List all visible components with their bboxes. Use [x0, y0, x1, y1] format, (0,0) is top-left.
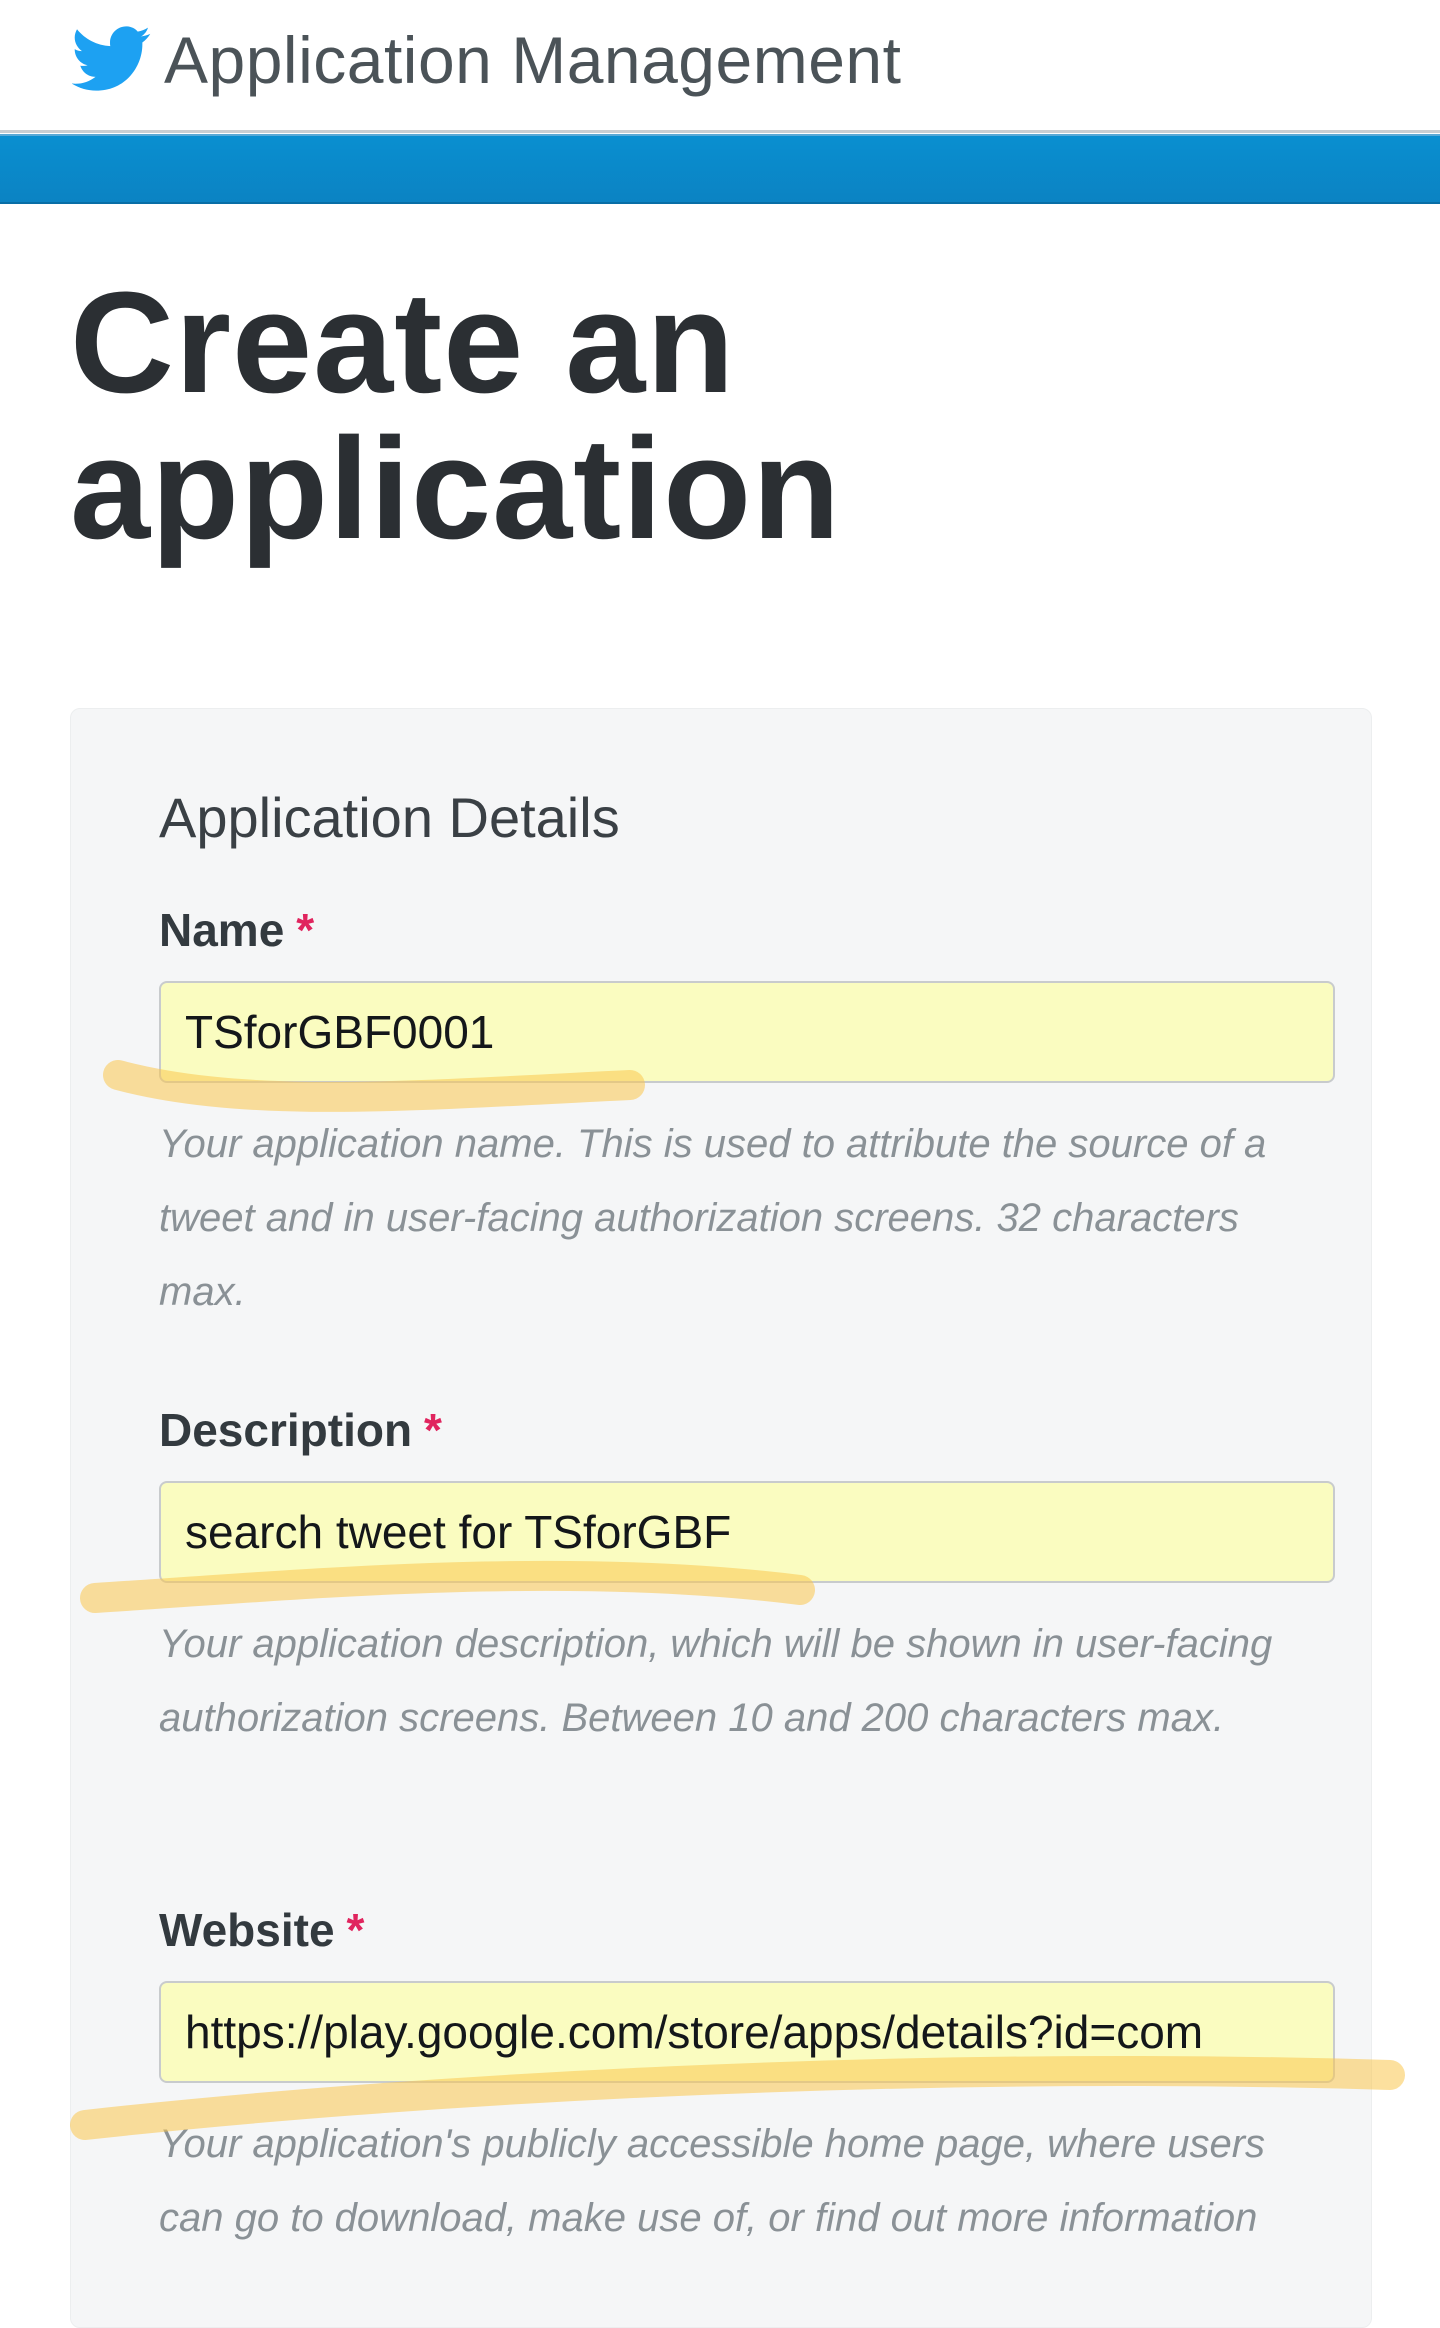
description-field-group: Description* Your application descriptio… — [159, 1399, 1335, 1755]
panel-heading: Application Details — [159, 786, 620, 849]
required-asterisk: * — [296, 904, 315, 956]
description-input[interactable] — [159, 1481, 1335, 1583]
description-help-text: Your application description, which will… — [159, 1622, 1273, 1740]
top-bar: Application Management — [0, 0, 1440, 133]
twitter-bird-icon[interactable] — [72, 26, 152, 92]
name-input[interactable] — [159, 981, 1335, 1083]
website-field-group: Website* Your application's publicly acc… — [159, 1899, 1335, 2255]
name-field-group: Name* Your application name. This is use… — [159, 899, 1335, 1329]
website-label: Website * — [159, 1904, 365, 1956]
required-asterisk: * — [424, 1404, 442, 1456]
description-label: Description * — [159, 1404, 442, 1456]
name-help-text: Your application name. This is used to a… — [159, 1122, 1267, 1314]
name-label: Name * — [159, 904, 315, 956]
required-asterisk: * — [346, 1904, 365, 1956]
page-title-text: Create an application — [70, 262, 842, 569]
application-details-panel: Application Details Name* Your applicati… — [70, 708, 1372, 2328]
app-management-title[interactable]: Application Management — [164, 22, 901, 98]
header-band — [0, 134, 1440, 204]
page-title: Create an application — [70, 270, 1440, 562]
website-input[interactable] — [159, 1981, 1335, 2083]
website-help-text: Your application's publicly accessible h… — [159, 2122, 1266, 2240]
